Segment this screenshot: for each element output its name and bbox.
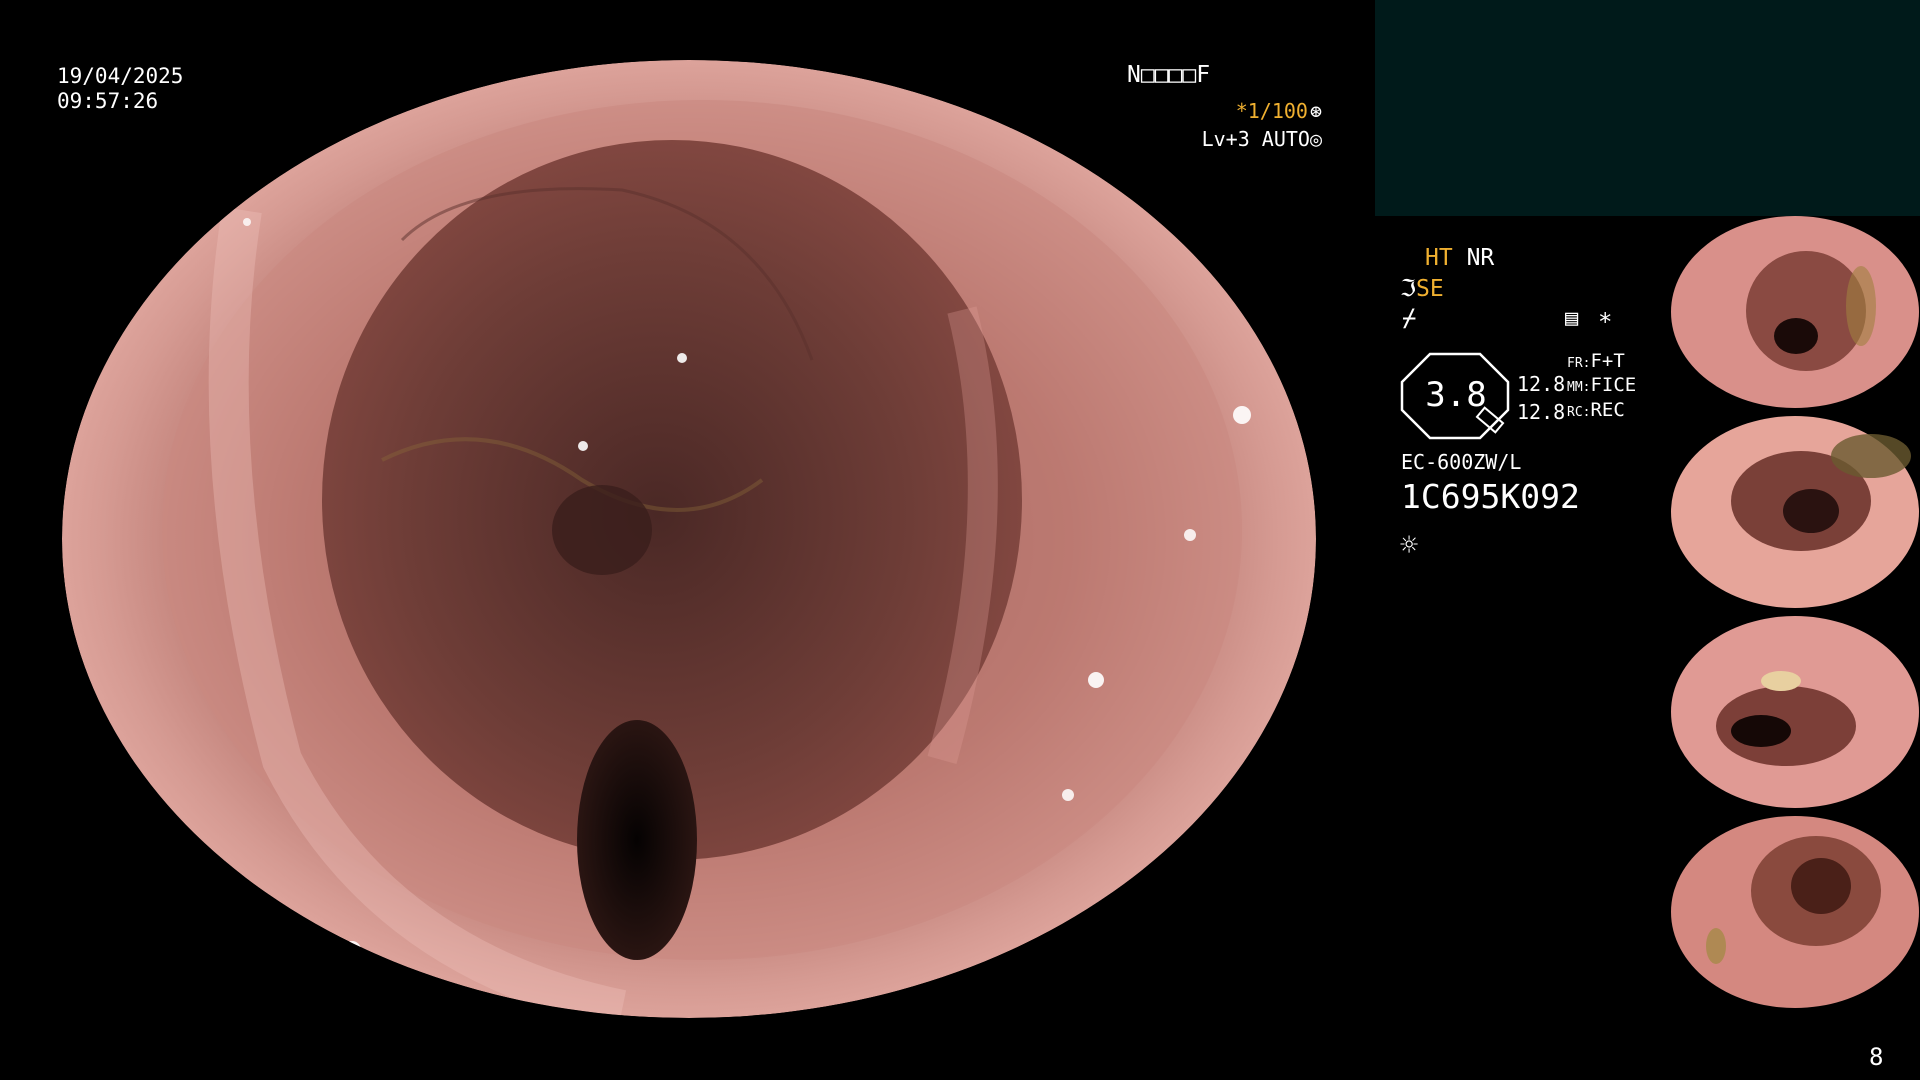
page-number: 8 (1869, 1043, 1884, 1071)
rc-label: RC: (1567, 405, 1591, 420)
ht-label: HT (1425, 245, 1453, 271)
thumbnail-3[interactable] (1671, 616, 1920, 808)
se-label: SE (1416, 276, 1444, 302)
shutter-speed-value: *1/100 (1235, 99, 1308, 123)
star-icon: * (1598, 308, 1613, 336)
flash-icon: ⌿ (1402, 304, 1417, 332)
brightness-level: Lv+3 AUTO◎ (1202, 129, 1322, 149)
report-icon: ▤ (1565, 306, 1579, 331)
value-1: 12.8 (1517, 372, 1566, 396)
date-text: 19/04/2025 (57, 64, 184, 88)
thumbnail-1[interactable] (1671, 216, 1920, 408)
rc-row: RC:REC (1567, 401, 1625, 420)
shutter-icon: ⊛ (1309, 99, 1322, 123)
time-text: 09:57:26 (57, 89, 159, 113)
scope-serial: 1C695K092 (1401, 477, 1580, 516)
thumbnail-image-1 (1671, 216, 1919, 408)
rc-value: REC (1590, 399, 1625, 421)
mm-value: FICE (1590, 374, 1637, 396)
thumbnail-image-3 (1671, 616, 1919, 808)
value-2: 12.8 (1517, 400, 1566, 424)
zoom-value: 3.8 (1425, 375, 1487, 415)
thumbnail-image-2 (1671, 416, 1919, 608)
fr-row: FR:F+T (1567, 352, 1625, 371)
scope-model: EC-600ZW/L (1401, 450, 1522, 474)
se-status: ℑSE (1400, 278, 1444, 301)
mm-label: MM: (1567, 380, 1591, 395)
fr-value: F+T (1590, 350, 1625, 372)
shutter-speed: *1/100 ⊛ (1236, 101, 1322, 121)
thumbnail-2[interactable] (1671, 416, 1920, 608)
mm-row: MM:FICE (1567, 376, 1636, 395)
nr-label: NR (1466, 245, 1495, 271)
thumbnail-4[interactable] (1671, 816, 1920, 1008)
patient-id: N□□□□F (1127, 62, 1211, 88)
endoscopy-screen: 19/04/2025 09:57:26 N□□□□F *1/100 ⊛ Lv+3 … (0, 0, 1920, 1080)
colon-lumen-image (62, 60, 1316, 1018)
se-symbol-icon: ℑ (1400, 276, 1417, 302)
info-panel (1375, 0, 1920, 216)
auto-icon: ◎ (1309, 127, 1322, 151)
thumbnail-image-4 (1671, 816, 1919, 1008)
ht-nr-status: HT NR (1425, 247, 1494, 270)
fr-label: FR: (1567, 356, 1591, 371)
main-endoscope-view (62, 60, 1316, 1018)
brightness-level-value: Lv+3 AUTO (1201, 127, 1310, 151)
light-icon: ☼ (1400, 528, 1419, 563)
